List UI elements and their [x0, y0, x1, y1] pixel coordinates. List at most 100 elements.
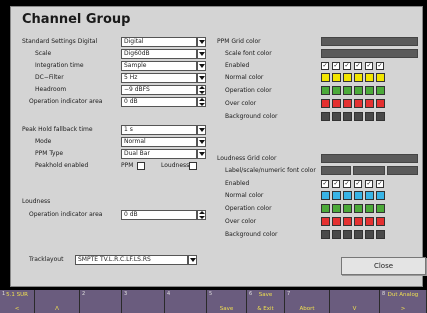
- standard-settings-dropdown[interactable]: Digital: [121, 37, 197, 47]
- ppm-over-color-swatch[interactable]: [365, 99, 374, 108]
- ppm-enabled-checkbox[interactable]: ✓: [365, 62, 373, 70]
- softkey-5[interactable]: 4: [165, 290, 207, 313]
- ppm-normal-color-swatch[interactable]: [343, 73, 352, 82]
- ppm-normal-color-swatch[interactable]: [332, 73, 341, 82]
- ppm-over-color-swatch[interactable]: [343, 99, 352, 108]
- ppm-type-dropdown[interactable]: Dual Bar: [121, 149, 197, 159]
- ppm-normal-color-swatch[interactable]: [365, 73, 374, 82]
- ppm-operation-color-swatch[interactable]: [354, 86, 363, 95]
- chevron-down-icon[interactable]: [197, 49, 206, 59]
- ppm-background-color-swatch[interactable]: [321, 112, 330, 121]
- spin-arrows-icon[interactable]: [197, 97, 206, 107]
- ppm-normal-color-swatch[interactable]: [376, 73, 385, 82]
- loud-normal-color-swatch[interactable]: [376, 191, 385, 200]
- loud-operation-color-swatch[interactable]: [321, 204, 330, 213]
- ppm-over-color-swatch[interactable]: [354, 99, 363, 108]
- ppm-grid-color-swatch[interactable]: [321, 37, 418, 46]
- softkey-3[interactable]: 2: [80, 290, 122, 313]
- loud-background-color-swatch[interactable]: [343, 230, 352, 239]
- ppm-operation-color-swatch[interactable]: [343, 86, 352, 95]
- loud-enabled-checkbox[interactable]: ✓: [321, 180, 329, 188]
- ppm-operation-color-swatch[interactable]: [376, 86, 385, 95]
- chevron-down-icon[interactable]: [197, 125, 206, 135]
- loud-over-color-swatch[interactable]: [343, 217, 352, 226]
- mode-dropdown[interactable]: Normal: [121, 137, 197, 147]
- softkey-9[interactable]: V: [330, 290, 380, 313]
- spin-arrows-icon[interactable]: [197, 210, 206, 220]
- ppm-background-color-swatch[interactable]: [332, 112, 341, 121]
- loud-operation-color-swatch[interactable]: [343, 204, 352, 213]
- peakhold-ppm-checkbox[interactable]: [137, 162, 145, 170]
- loud-enabled-checkbox[interactable]: ✓: [354, 180, 362, 188]
- loud-over-color-swatch[interactable]: [321, 217, 330, 226]
- ppm-operation-color-swatch[interactable]: [321, 86, 330, 95]
- chevron-down-icon[interactable]: [197, 137, 206, 147]
- peak-hold-dropdown[interactable]: 1 s: [121, 125, 197, 135]
- ppm-over-color-swatch[interactable]: [332, 99, 341, 108]
- ppm-operation-color-swatch[interactable]: [365, 86, 374, 95]
- headroom-spinbox[interactable]: −9 dBFS: [121, 85, 197, 95]
- loud-over-color-swatch[interactable]: [332, 217, 341, 226]
- peakhold-loudness-checkbox[interactable]: [189, 162, 197, 170]
- loud-enabled-checkbox[interactable]: ✓: [365, 180, 373, 188]
- tracklayout-dropdown[interactable]: SMPTE TV.L.R.C.LF.LS.RS: [75, 255, 188, 265]
- loud-normal-color-swatch[interactable]: [343, 191, 352, 200]
- loud-over-color-swatch[interactable]: [376, 217, 385, 226]
- ppm-normal-color-swatch[interactable]: [354, 73, 363, 82]
- softkey-6[interactable]: 5 Save: [207, 290, 247, 313]
- loud-normal-color-swatch[interactable]: [321, 191, 330, 200]
- ppm-background-color-swatch[interactable]: [365, 112, 374, 121]
- loud-normal-color-swatch[interactable]: [354, 191, 363, 200]
- ppm-enabled-checkbox[interactable]: ✓: [354, 62, 362, 70]
- loud-background-color-swatch[interactable]: [332, 230, 341, 239]
- operation-indicator-area-spinbox[interactable]: 0 dB: [121, 97, 197, 107]
- loud-background-color-swatch[interactable]: [365, 230, 374, 239]
- ppm-background-color-swatch[interactable]: [343, 112, 352, 121]
- chevron-down-icon[interactable]: [197, 149, 206, 159]
- ppm-over-color-swatch[interactable]: [321, 99, 330, 108]
- chevron-down-icon[interactable]: [197, 37, 206, 47]
- dc-filter-dropdown[interactable]: 5 Hz: [121, 73, 197, 83]
- ppm-normal-color-swatch[interactable]: [321, 73, 330, 82]
- loud-operation-color-swatch[interactable]: [376, 204, 385, 213]
- loud-operation-color-swatch[interactable]: [332, 204, 341, 213]
- ppm-enabled-checkbox[interactable]: ✓: [321, 62, 329, 70]
- loudness-operation-area-spinbox[interactable]: 0 dB: [121, 210, 197, 220]
- loud-background-color-swatch[interactable]: [354, 230, 363, 239]
- softkey-1[interactable]: 1 5.1 SUR <: [0, 290, 35, 313]
- close-button[interactable]: Close: [341, 257, 426, 275]
- ppm-over-color-swatch[interactable]: [376, 99, 385, 108]
- loud-enabled-checkbox[interactable]: ✓: [343, 180, 351, 188]
- integration-time-dropdown[interactable]: Sample: [121, 61, 197, 71]
- chevron-down-icon[interactable]: [197, 61, 206, 71]
- ppm-background-color-swatch[interactable]: [354, 112, 363, 121]
- loud-operation-color-swatch[interactable]: [354, 204, 363, 213]
- label-font-color-swatch-3[interactable]: [387, 166, 418, 175]
- loud-operation-color-swatch[interactable]: [365, 204, 374, 213]
- spin-arrows-icon[interactable]: [197, 85, 206, 95]
- ppm-enabled-checkbox[interactable]: ✓: [376, 62, 384, 70]
- loud-background-color-swatch[interactable]: [376, 230, 385, 239]
- label-font-color-swatch-2[interactable]: [353, 166, 385, 175]
- ppm-enabled-checkbox[interactable]: ✓: [343, 62, 351, 70]
- loud-normal-color-swatch[interactable]: [332, 191, 341, 200]
- loud-enabled-checkbox[interactable]: ✓: [332, 180, 340, 188]
- softkey-4[interactable]: 3: [122, 290, 165, 313]
- scale-dropdown[interactable]: Dig60dB: [121, 49, 197, 59]
- softkey-8[interactable]: 7 Abort: [285, 290, 330, 313]
- softkey-10[interactable]: 8 Dut Analog >: [380, 290, 427, 313]
- softkey-7[interactable]: 6 Save & Exit: [247, 290, 285, 313]
- loud-over-color-swatch[interactable]: [354, 217, 363, 226]
- ppm-enabled-checkbox[interactable]: ✓: [332, 62, 340, 70]
- loud-normal-color-swatch[interactable]: [365, 191, 374, 200]
- loud-background-color-swatch[interactable]: [321, 230, 330, 239]
- ppm-background-color-swatch[interactable]: [376, 112, 385, 121]
- loudness-grid-color-swatch[interactable]: [321, 154, 418, 163]
- chevron-down-icon[interactable]: [197, 73, 206, 83]
- softkey-2[interactable]: Λ: [35, 290, 80, 313]
- label-font-color-swatch-1[interactable]: [321, 166, 351, 175]
- loud-over-color-swatch[interactable]: [365, 217, 374, 226]
- scale-font-color-swatch[interactable]: [321, 49, 418, 58]
- loud-enabled-checkbox[interactable]: ✓: [376, 180, 384, 188]
- ppm-operation-color-swatch[interactable]: [332, 86, 341, 95]
